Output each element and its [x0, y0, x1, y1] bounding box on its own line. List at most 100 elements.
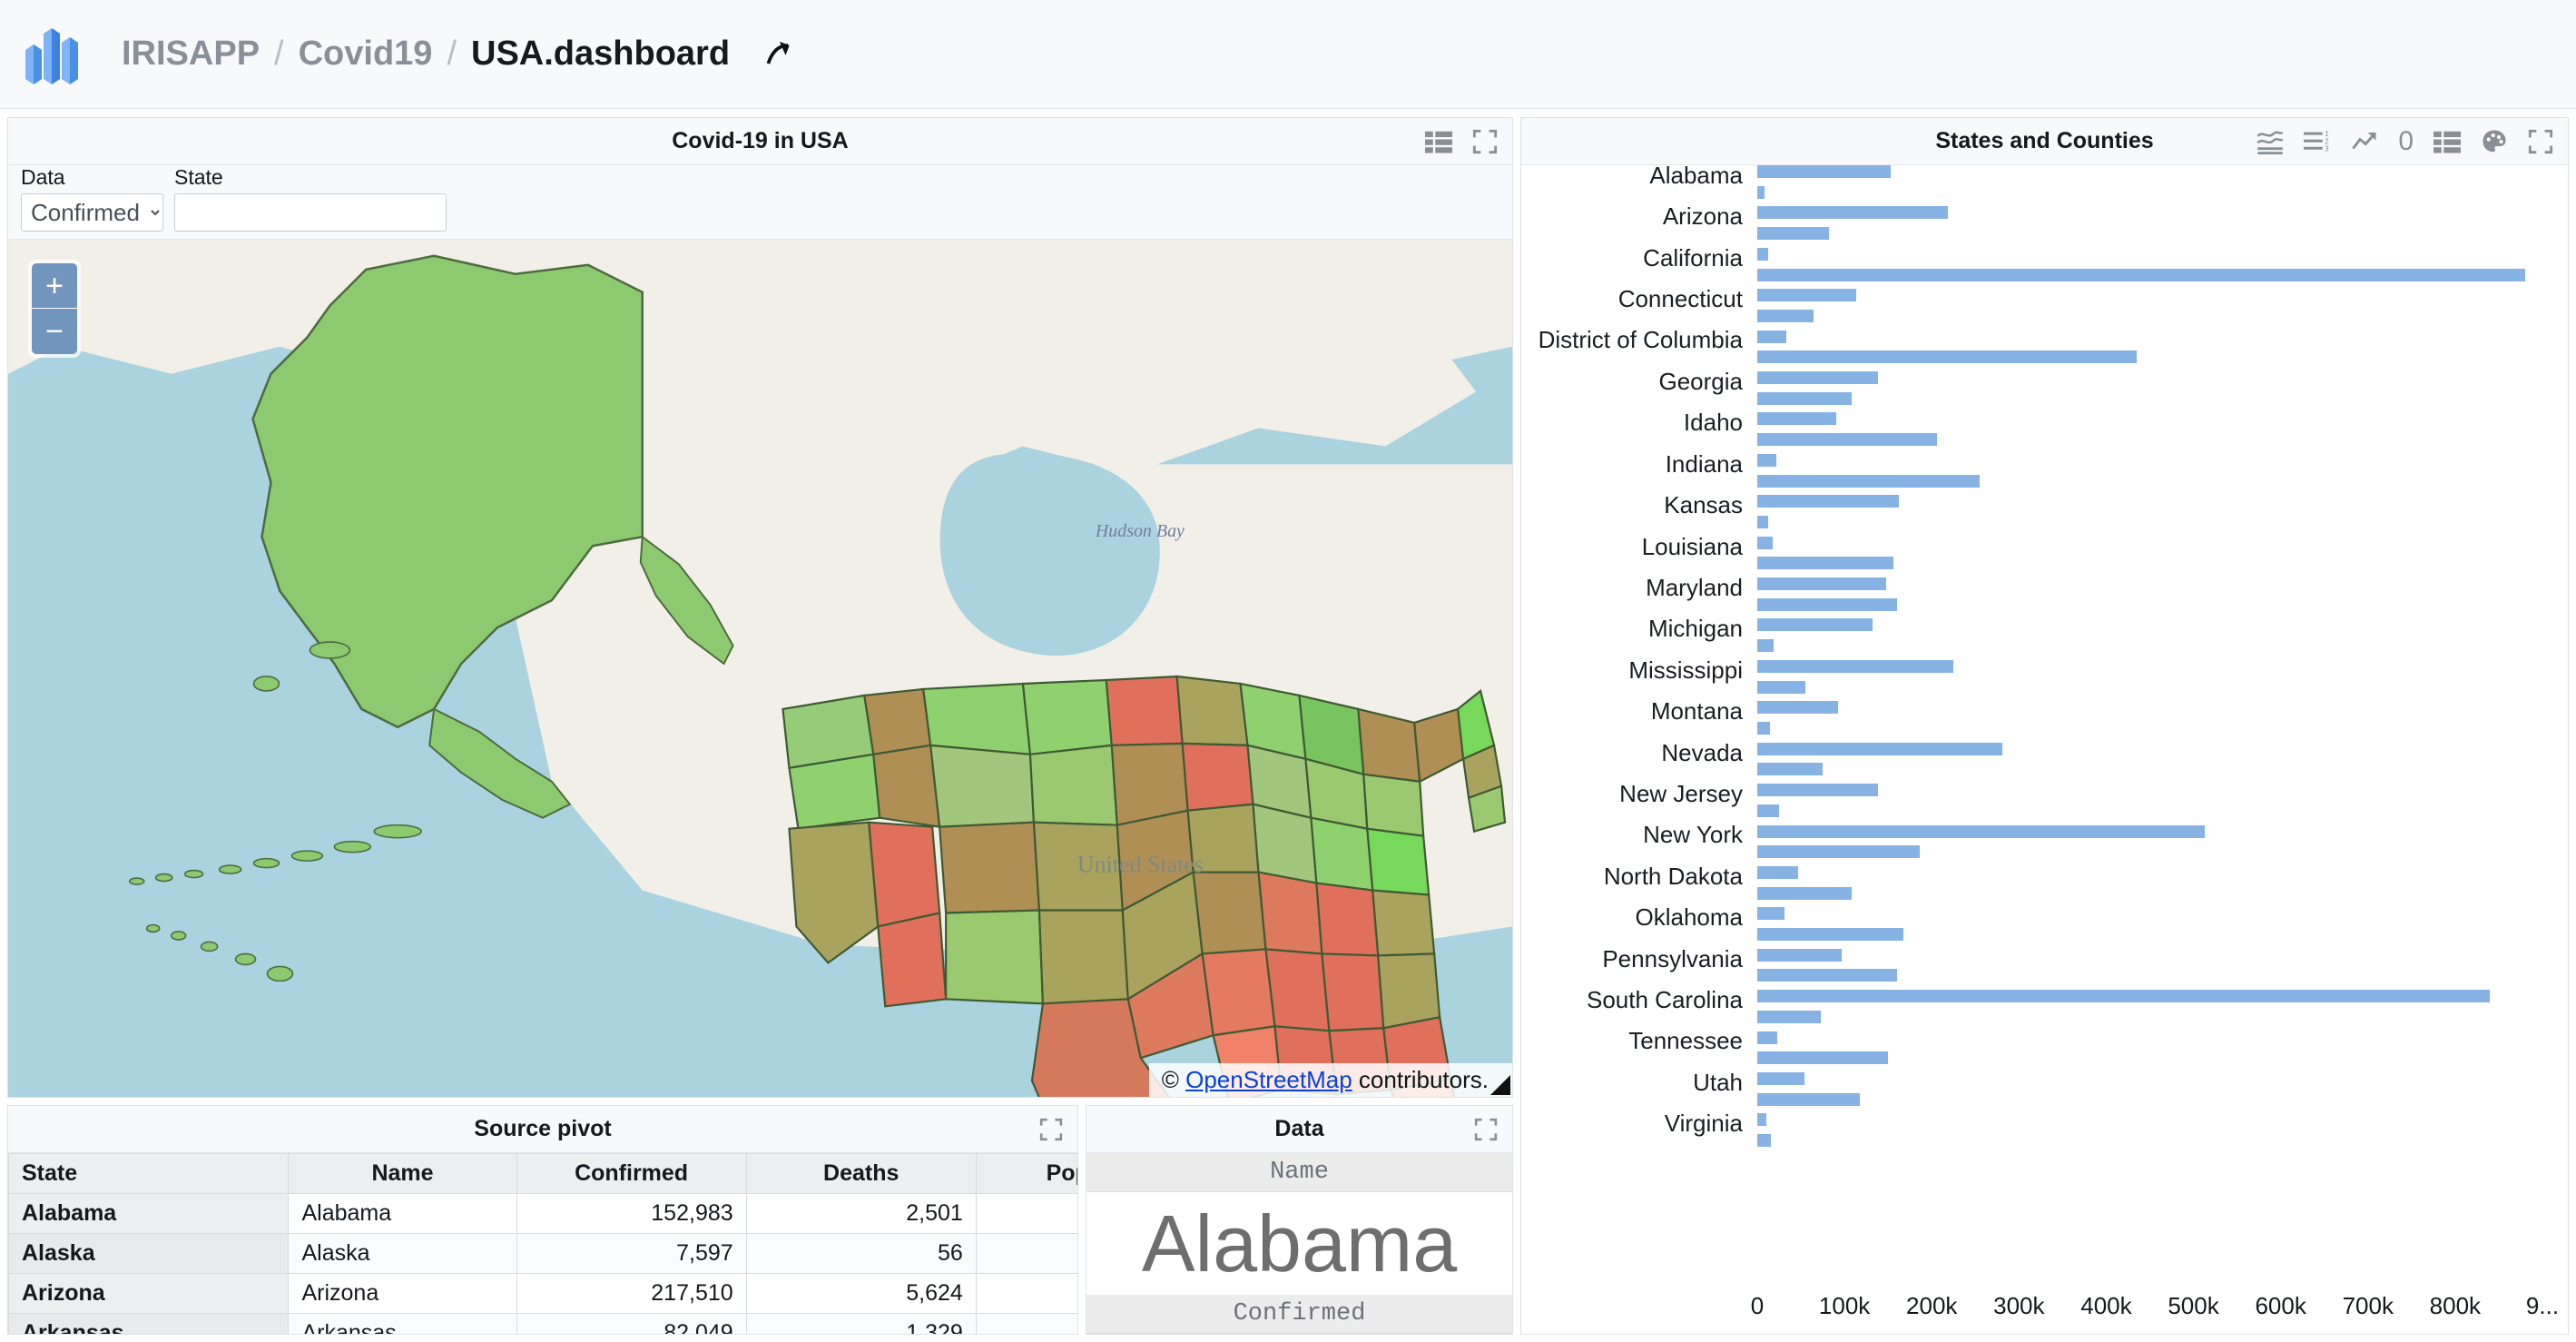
bar-chart-row[interactable]: Kansas	[1521, 491, 2568, 518]
bar-chart-bar[interactable]	[1757, 1071, 1804, 1085]
fullscreen-icon[interactable]	[1474, 1118, 1498, 1141]
bar-chart-row[interactable]: Michigan	[1521, 615, 2568, 642]
data-filter-select[interactable]: ConfirmedDeathsPopulation	[21, 193, 163, 232]
palette-icon[interactable]	[2481, 128, 2508, 155]
bar-chart-bar[interactable]	[1757, 597, 1897, 611]
zoom-in-button[interactable]: +	[32, 263, 77, 309]
bar-chart-bar[interactable]	[1757, 371, 1878, 385]
bar-chart-bar[interactable]	[1757, 557, 1893, 570]
bar-chart-row[interactable]: Oklahoma	[1521, 903, 2568, 931]
bar-chart-row[interactable]: District of Columbia	[1521, 326, 2568, 353]
bar-chart-bar[interactable]	[1757, 453, 1777, 467]
bar-chart-bar[interactable]	[1757, 763, 1824, 776]
resize-handle[interactable]	[1490, 1075, 1510, 1095]
bar-chart-bar[interactable]	[1757, 433, 1937, 447]
breadcrumb-item-folder[interactable]: Covid19	[299, 35, 433, 74]
pivot-column-header[interactable]: State	[8, 1153, 290, 1194]
bar-chart-row[interactable]: Georgia	[1521, 368, 2568, 395]
zoom-out-button[interactable]: −	[32, 309, 77, 354]
bar-chart-bar[interactable]	[1757, 247, 1768, 261]
bar-chart-bar[interactable]	[1757, 330, 1786, 343]
bar-chart-bar[interactable]	[1757, 907, 1785, 921]
bar-chart-bar[interactable]	[1757, 185, 1765, 199]
pivot-column-header[interactable]: Name	[288, 1153, 517, 1194]
bar-chart-row[interactable]: Nevada	[1521, 739, 2568, 766]
bar-chart-bar[interactable]	[1757, 289, 1856, 302]
bar-chart-bar[interactable]	[1757, 515, 1768, 528]
pivot-column-header[interactable]: Deaths	[745, 1153, 977, 1194]
bar-chart-row[interactable]: Arizona	[1521, 202, 2568, 230]
bar-chart-bar[interactable]	[1757, 784, 1878, 797]
bar-chart-bar[interactable]	[1757, 969, 1897, 982]
bar-chart-body[interactable]: Alabama Arizona California Connecticut Distr…	[1521, 165, 2568, 1285]
share-arrow-icon[interactable]	[761, 36, 797, 73]
bar-chart-row[interactable]: California	[1521, 244, 2568, 271]
bar-chart-bar[interactable]	[1757, 659, 1954, 673]
breadcrumb-item-app[interactable]: IRISAPP	[122, 35, 260, 74]
bar-chart-row[interactable]: Montana	[1521, 697, 2568, 725]
pivot-column-header[interactable]: Confirmed	[516, 1153, 747, 1194]
bar-chart-bar[interactable]	[1757, 391, 1852, 405]
bar-chart-bar[interactable]	[1757, 639, 1775, 653]
bar-chart-bar[interactable]	[1757, 1031, 1778, 1044]
bar-chart-bar[interactable]	[1757, 577, 1887, 591]
bar-chart-row[interactable]: Tennessee	[1521, 1027, 2568, 1054]
bar-chart-bar[interactable]	[1757, 1134, 1772, 1148]
bar-chart-row[interactable]: Louisiana	[1521, 533, 2568, 560]
bar-chart-row[interactable]: New York	[1521, 821, 2568, 848]
bar-chart-bar[interactable]	[1757, 412, 1837, 426]
bar-chart-row[interactable]: North Dakota	[1521, 863, 2568, 890]
fullscreen-icon[interactable]	[2528, 129, 2553, 154]
bar-chart-bar[interactable]	[1757, 206, 1948, 220]
fullscreen-icon[interactable]	[1039, 1118, 1063, 1141]
bar-chart-row[interactable]: South Carolina	[1521, 986, 2568, 1013]
bar-chart-bar[interactable]	[1757, 495, 1899, 508]
bar-chart-bar[interactable]	[1757, 680, 1805, 694]
bar-chart-bar[interactable]	[1757, 309, 1814, 322]
breadcrumb-item-current[interactable]: USA.dashboard	[471, 35, 730, 74]
bar-chart-row[interactable]: Indiana	[1521, 450, 2568, 478]
openstreetmap-link[interactable]: OpenStreetMap	[1185, 1066, 1352, 1093]
stacked-area-icon[interactable]	[2256, 129, 2284, 154]
bar-chart-row[interactable]: Connecticut	[1521, 285, 2568, 312]
table-row[interactable]: AlaskaAlaska7,5975673	[8, 1233, 1077, 1274]
bar-chart-row[interactable]: New Jersey	[1521, 780, 2568, 807]
bar-chart-bar[interactable]	[1757, 845, 1920, 859]
table-row[interactable]: ArkansasArkansas82,0491,3292,94	[8, 1313, 1077, 1334]
grid-icon[interactable]	[2433, 130, 2461, 153]
bar-chart-bar[interactable]	[1757, 721, 1771, 735]
app-logo[interactable]	[20, 23, 87, 86]
bar-chart-bar[interactable]	[1757, 1010, 1822, 1023]
bar-chart-row[interactable]: Alabama	[1521, 165, 2568, 189]
table-row[interactable]: ArizonaArizona217,5105,6246,55	[8, 1273, 1077, 1314]
map-canvas[interactable]: Hudson Bay United States + − © OpenStree…	[8, 240, 1512, 1097]
bar-chart-bar[interactable]	[1757, 268, 2525, 281]
zero-icon[interactable]: 0	[2398, 126, 2414, 157]
list-icon[interactable]	[1425, 130, 1452, 153]
table-row[interactable]: AlabamaAlabama152,9832,5014,82	[8, 1193, 1077, 1234]
bar-chart-bar[interactable]	[1757, 536, 1774, 549]
bar-chart-bar[interactable]	[1757, 474, 1981, 488]
bar-chart-bar[interactable]	[1757, 165, 1892, 178]
bar-chart-bar[interactable]	[1757, 990, 2491, 1003]
bar-chart-row[interactable]: Idaho	[1521, 409, 2568, 436]
bar-chart-bar[interactable]	[1757, 948, 1843, 962]
bar-chart-bar[interactable]	[1757, 824, 2206, 838]
bar-chart-row[interactable]: Virginia	[1521, 1110, 2568, 1137]
bar-chart-bar[interactable]	[1757, 928, 1904, 942]
bar-chart-bar[interactable]	[1757, 1092, 1861, 1106]
bar-chart-row[interactable]: Utah	[1521, 1069, 2568, 1096]
pivot-table-scroll[interactable]: StateNameConfirmedDeathsPopulati Alabama…	[8, 1153, 1077, 1334]
bar-chart-bar[interactable]	[1757, 227, 1829, 241]
bar-chart-bar[interactable]	[1757, 804, 1780, 817]
pivot-column-header[interactable]: Populati	[975, 1153, 1077, 1194]
bar-chart-row[interactable]: Maryland	[1521, 574, 2568, 601]
bar-chart-bar[interactable]	[1757, 886, 1852, 900]
bar-chart-bar[interactable]	[1757, 1051, 1889, 1065]
bar-chart-bar[interactable]	[1757, 1113, 1766, 1127]
bar-chart-row[interactable]: Mississippi	[1521, 656, 2568, 684]
state-filter-input[interactable]	[174, 193, 447, 232]
ordered-list-icon[interactable]: 1 2 3	[2304, 129, 2331, 154]
bar-chart-bar[interactable]	[1757, 865, 1799, 879]
bar-chart-row[interactable]: Pennsylvania	[1521, 945, 2568, 972]
